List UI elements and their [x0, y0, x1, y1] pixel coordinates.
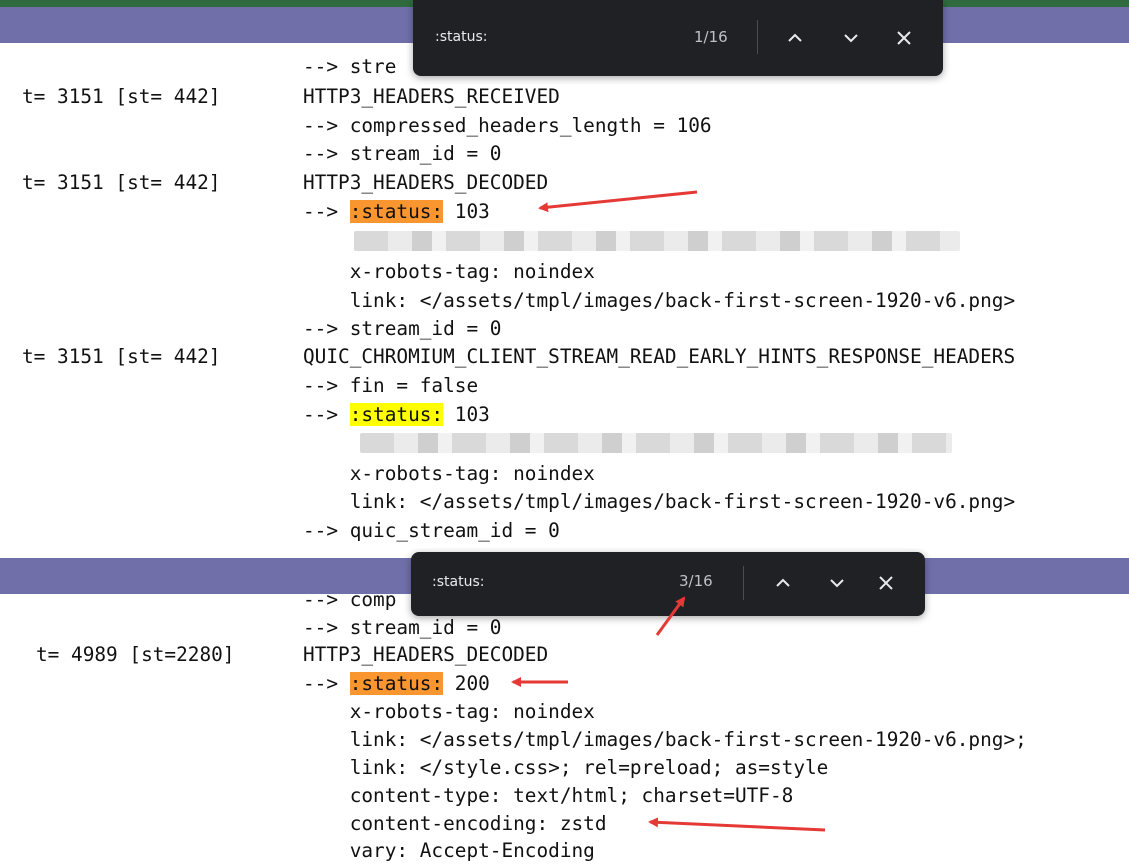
log-text: --> :status: 103	[303, 197, 490, 226]
status-value: 103	[443, 200, 490, 223]
find-close-button[interactable]	[892, 26, 916, 50]
log-arrow-prefix: -->	[303, 403, 350, 426]
log-timestamp: t= 3151 [st= 442]	[22, 345, 221, 368]
search-highlight-match: :status:	[349, 403, 444, 426]
log-timestamp: t= 3151 [st= 442]	[22, 171, 221, 194]
log-arrow-prefix: -->	[303, 672, 350, 695]
log-text: --> stre	[303, 55, 397, 78]
chevron-down-icon	[830, 579, 844, 588]
find-bar: :status: 1/16	[413, 0, 943, 76]
search-highlight-active: :status:	[349, 200, 444, 223]
log-text: --> comp	[303, 588, 397, 611]
find-match-count: 1/16	[694, 28, 728, 46]
status-value: 103	[443, 403, 490, 426]
netlog-panel-bottom: --> comp --> stream_id = 0 t= 4989 [st=2…	[0, 548, 1129, 866]
log-timestamp: t= 3151 [st= 442]	[22, 85, 221, 108]
find-bar-divider	[757, 20, 758, 54]
log-text: x-robots-tag: noindex	[303, 260, 595, 283]
find-query-input[interactable]: :status:	[435, 29, 487, 45]
log-text: --> fin = false	[303, 374, 479, 397]
chevron-up-icon	[776, 578, 790, 587]
log-text: x-robots-tag: noindex	[303, 700, 595, 723]
find-previous-button[interactable]	[783, 26, 807, 50]
find-next-button[interactable]	[839, 26, 863, 50]
log-arrow-prefix: -->	[303, 200, 350, 223]
log-text: link: </assets/tmpl/images/back-first-sc…	[303, 490, 1016, 513]
netlog-panel-top: --> stre t= 3151 [st= 442] HTTP3_HEADERS_…	[0, 0, 1129, 548]
log-timestamp: t= 4989 [st=2280]	[36, 643, 235, 666]
find-close-button[interactable]	[874, 571, 898, 595]
chevron-up-icon	[788, 33, 802, 42]
log-text: content-encoding: zstd	[303, 812, 607, 835]
close-icon	[897, 31, 911, 45]
log-text: content-type: text/html; charset=UTF-8	[303, 784, 794, 807]
search-highlight-active: :status:	[349, 672, 444, 695]
log-text: --> :status: 200	[303, 669, 490, 698]
chevron-down-icon	[844, 34, 858, 43]
find-next-button[interactable]	[825, 571, 849, 595]
close-icon	[879, 576, 893, 590]
redacted-header-line	[360, 433, 952, 453]
log-event-type: QUIC_CHROMIUM_CLIENT_STREAM_READ_EARLY_H…	[303, 345, 1016, 368]
find-bar: :status: 3/16	[411, 552, 925, 616]
log-text: --> stream_id = 0	[303, 317, 502, 340]
log-text: link: </assets/tmpl/images/back-first-sc…	[303, 728, 1027, 751]
find-query-input[interactable]: :status:	[432, 574, 484, 590]
log-event-type: HTTP3_HEADERS_RECEIVED	[303, 85, 560, 108]
log-text: link: </style.css>; rel=preload; as=styl…	[303, 756, 829, 779]
find-previous-button[interactable]	[771, 571, 795, 595]
log-text: --> :status: 103	[303, 400, 490, 429]
log-text: vary: Accept-Encoding	[303, 839, 595, 862]
log-text: --> compressed_headers_length = 106	[303, 114, 712, 137]
log-text: --> quic_stream_id = 0	[303, 519, 560, 542]
log-event-type: HTTP3_HEADERS_DECODED	[303, 171, 549, 194]
find-match-count: 3/16	[679, 572, 713, 590]
log-text: x-robots-tag: noindex	[303, 462, 595, 485]
log-text: --> stream_id = 0	[303, 616, 502, 639]
find-bar-divider	[743, 566, 744, 600]
log-event-type: HTTP3_HEADERS_DECODED	[303, 643, 549, 666]
log-text: link: </assets/tmpl/images/back-first-sc…	[303, 289, 1016, 312]
log-text: --> stream_id = 0	[303, 142, 502, 165]
status-value: 200	[443, 672, 490, 695]
redacted-header-line	[354, 231, 960, 251]
